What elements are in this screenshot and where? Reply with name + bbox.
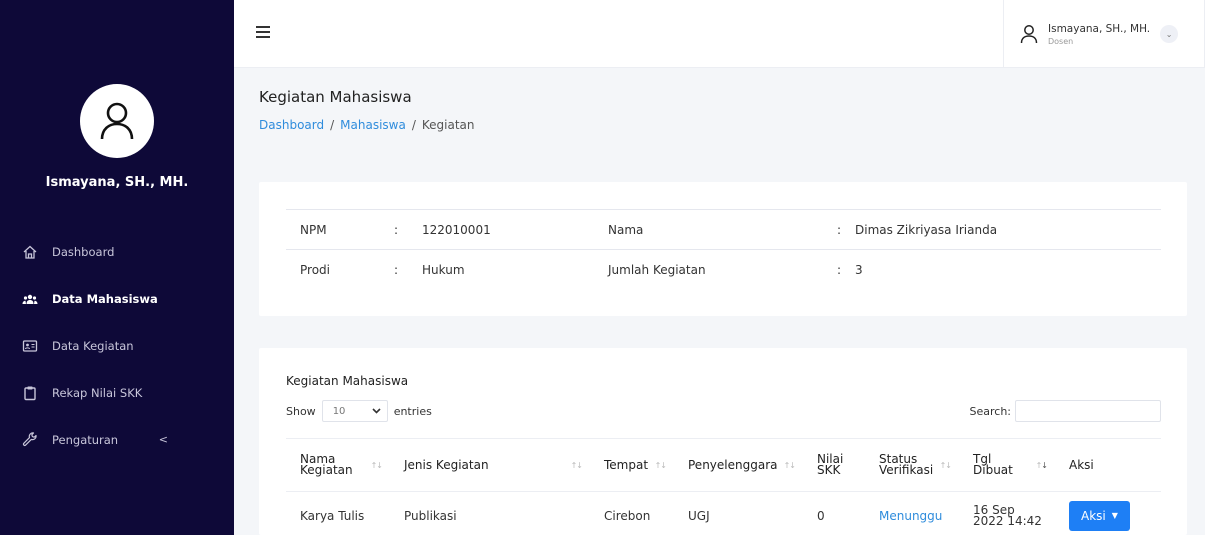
table-header-row: Nama Kegiatan ↑↓ Jenis Kegiatan ↑↓ Tempat ↑↓… [286, 438, 1161, 492]
student-info-card: NPM : 122010001 Nama : Dimas Zikriyasa I… [259, 182, 1187, 316]
sort-icon: ↑↓ [783, 460, 796, 470]
breadcrumb-current: Kegiatan [421, 118, 475, 132]
breadcrumb-mahasiswa[interactable]: Mahasiswa [340, 118, 406, 132]
page-title: Kegiatan Mahasiswa [259, 88, 412, 106]
topbar: Ismayana, SH., MH. Dosen ⌄ [234, 0, 1205, 68]
column-header-jenis-kegiatan[interactable]: Jenis Kegiatan ↑↓ [390, 438, 590, 492]
cell-jenis-kegiatan: Publikasi [390, 491, 590, 535]
column-header-nama-kegiatan[interactable]: Nama Kegiatan ↑↓ [286, 438, 390, 492]
search-input[interactable] [1015, 400, 1161, 422]
entries-value: 10 [332, 405, 346, 417]
breadcrumb-separator: / [330, 118, 335, 132]
nama-value: Dimas Zikriyasa Irianda [855, 209, 1161, 250]
table-row: Karya Tulis Publikasi Cirebon UGJ 0 Menu… [286, 491, 1161, 535]
chevron-left-icon: < [158, 433, 168, 446]
sort-icon: ↑↓ [939, 460, 952, 470]
list-title: Kegiatan Mahasiswa [286, 374, 409, 388]
show-entries: Show 10 entries [286, 400, 432, 422]
clipboard-icon [22, 385, 38, 401]
entries-select[interactable]: 10 [321, 400, 388, 422]
status-link[interactable]: Menunggu [879, 509, 942, 523]
sidebar-item-dashboard[interactable]: Dashboard [0, 228, 234, 275]
entries-label: entries [393, 404, 432, 418]
jumlah-kegiatan-value: 3 [855, 249, 1161, 290]
breadcrumb: Dashboard / Mahasiswa / Kegiatan [259, 118, 475, 132]
sidebar-item-pengaturan[interactable]: Pengaturan < [0, 416, 234, 463]
cell-aksi: Aksi ▼ [1055, 491, 1161, 535]
sort-icon: ↑↓ [570, 460, 583, 470]
column-header-aksi: Aksi [1055, 438, 1161, 492]
sidebar-item-rekap-nilai-skk[interactable]: Rekap Nilai SKK [0, 369, 234, 416]
profile-name: Ismayana, SH., MH. [45, 175, 189, 190]
colon: : [837, 209, 855, 250]
sidebar-item-label: Data Mahasiswa [52, 291, 158, 306]
kegiatan-list-card: Kegiatan Mahasiswa Show 10 entries Searc… [259, 348, 1187, 535]
user-name: Ismayana, SH., MH. [1048, 22, 1151, 35]
info-row: NPM : 122010001 Nama : Dimas Zikriyasa I… [286, 209, 1161, 250]
sidebar-item-data-kegiatan[interactable]: Data Kegiatan [0, 322, 234, 369]
info-row: Prodi : Hukum Jumlah Kegiatan : 3 [286, 249, 1161, 290]
user-icon [1020, 25, 1038, 44]
chevron-down-icon[interactable]: ⌄ [1160, 25, 1179, 43]
npm-value: 122010001 [422, 209, 608, 250]
sidebar-item-label: Dashboard [52, 244, 115, 259]
column-header-penyelenggara[interactable]: Penyelenggara ↑↓ [674, 438, 803, 492]
avatar [80, 84, 154, 158]
search-label: Search: [969, 404, 1012, 418]
colon: : [394, 209, 422, 250]
sort-icon: ↑↓ [370, 460, 383, 470]
cell-tempat: Cirebon [590, 491, 674, 535]
nama-label: Nama [608, 209, 837, 250]
search-box: Search: [969, 400, 1161, 422]
sidebar-nav: Dashboard Data Mahasiswa Data Kegiatan R… [0, 228, 234, 463]
column-header-tempat[interactable]: Tempat ↑↓ [590, 438, 674, 492]
sidebar-item-label: Pengaturan [52, 432, 119, 447]
cell-tgl-dibuat: 16 Sep 2022 14:42 [959, 491, 1055, 535]
home-icon [22, 244, 38, 260]
sidebar-profile: Ismayana, SH., MH. [0, 0, 234, 190]
breadcrumb-dashboard[interactable]: Dashboard [259, 118, 324, 132]
column-header-nilai-skk[interactable]: Nilai SKK [803, 438, 865, 492]
sort-desc-icon: ↑↓ [1035, 460, 1048, 470]
sidebar-item-label: Rekap Nilai SKK [52, 385, 143, 400]
sort-icon: ↑↓ [654, 460, 667, 470]
prodi-value: Hukum [422, 249, 608, 290]
colon: : [394, 249, 422, 290]
sidebar-item-data-mahasiswa[interactable]: Data Mahasiswa [0, 275, 234, 322]
column-header-tgl-dibuat[interactable]: Tgl Dibuat ↑↓ [959, 438, 1055, 492]
chevron-down-icon [372, 408, 381, 414]
sidebar: Ismayana, SH., MH. Dashboard Data Mahasi… [0, 0, 234, 535]
colon: : [837, 249, 855, 290]
breadcrumb-separator: / [411, 118, 416, 132]
wrench-icon [22, 431, 38, 448]
sidebar-item-label: Data Kegiatan [52, 338, 134, 353]
show-label: Show [286, 404, 316, 418]
cell-nama-kegiatan: Karya Tulis [286, 491, 390, 535]
student-info-table: NPM : 122010001 Nama : Dimas Zikriyasa I… [286, 209, 1161, 290]
kegiatan-table: Nama Kegiatan ↑↓ Jenis Kegiatan ↑↓ Tempat ↑↓… [286, 438, 1161, 535]
cell-penyelenggara: UGJ [674, 491, 803, 535]
prodi-label: Prodi [300, 249, 394, 290]
jumlah-kegiatan-label: Jumlah Kegiatan [608, 249, 837, 290]
aksi-dropdown-button[interactable]: Aksi ▼ [1069, 500, 1130, 531]
caret-down-icon: ▼ [1111, 511, 1118, 520]
user-menu[interactable]: Ismayana, SH., MH. Dosen ⌄ [1003, 0, 1205, 68]
users-icon [22, 291, 38, 307]
cell-status-verifikasi: Menunggu [865, 491, 959, 535]
user-info: Ismayana, SH., MH. Dosen [1048, 23, 1150, 46]
id-card-icon [22, 338, 38, 354]
user-icon [100, 102, 134, 140]
user-role: Dosen [1048, 36, 1074, 46]
cell-nilai-skk: 0 [803, 491, 865, 535]
menu-toggle-icon[interactable] [256, 26, 270, 38]
column-header-status-verifikasi[interactable]: Status Verifikasi ↑↓ [865, 438, 959, 492]
npm-label: NPM [300, 209, 394, 250]
